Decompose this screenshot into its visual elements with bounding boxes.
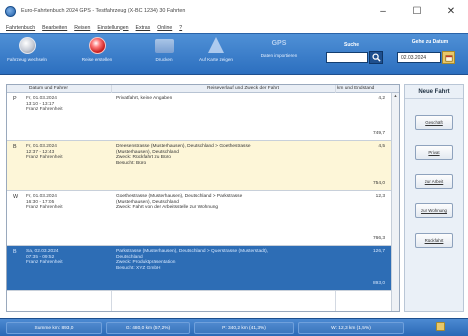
odometer-end: 754,0 <box>372 181 385 186</box>
status-business-km: G: 480,0 km (57,2%) <box>106 322 190 334</box>
trip-table: Datum und Fahrer Reiseverlauf und Zweck … <box>6 84 400 312</box>
table-header: Datum und Fahrer Reiseverlauf und Zweck … <box>7 85 399 93</box>
search-input[interactable] <box>326 52 368 63</box>
gps-icon: GPS <box>271 40 287 47</box>
trip-type-flag: P <box>13 96 17 102</box>
switch-vehicle-button[interactable]: Fahrzeug wechseln <box>4 37 50 69</box>
menu-bearbeiten[interactable]: Bearbeiten <box>42 25 67 31</box>
private-trip-button[interactable]: Privat <box>415 145 453 160</box>
trip-date: Sa, 02.03.2024 07:35 - 09:52 Franz Fahre… <box>26 249 63 266</box>
print-label: Drucken <box>155 57 173 62</box>
switch-vehicle-label: Fahrzeug wechseln <box>7 57 47 62</box>
lock-icon <box>436 322 445 331</box>
print-button[interactable]: Drucken <box>141 37 187 69</box>
trip-type-flag: B <box>13 249 17 255</box>
vertical-scrollbar[interactable]: ▲ <box>391 93 399 311</box>
menu-fahrtenbuch[interactable]: Fahrtenbuch <box>6 25 35 31</box>
menu-einstellungen[interactable]: Einstellungen <box>97 25 128 31</box>
status-total-km: Summe km: 893,0 <box>6 322 102 334</box>
trip-type-flag: W <box>13 194 19 200</box>
goto-date-label: Gehe zu Datum <box>411 39 449 45</box>
close-button[interactable]: ✕ <box>434 0 468 22</box>
car-icon <box>18 37 36 54</box>
minimize-button[interactable]: – <box>366 0 400 22</box>
show-on-map-button[interactable]: Auf Karte zeigen <box>193 37 239 69</box>
goto-date-input[interactable]: 02.03.2024 <box>397 52 441 63</box>
new-trip-panel: Neue Fahrt Geschäft Privat zur Arbeit zu… <box>404 84 464 312</box>
trip-route: Parkstrasse (Musterhausen), Deutschland … <box>116 249 269 271</box>
trip-route: Goethestrasse (Musterhausen), Deutschlan… <box>116 194 243 211</box>
maximize-button[interactable]: ☐ <box>400 0 434 22</box>
business-trip-button[interactable]: Geschäft <box>415 115 453 130</box>
print-icon <box>154 39 174 53</box>
search-icon <box>371 53 381 62</box>
trip-km: 126,7 <box>372 249 385 254</box>
trip-km: 4,2 <box>378 96 385 101</box>
status-bar: Summe km: 893,0 G: 480,0 km (57,2%) P: 3… <box>0 318 468 336</box>
app-window: Euro-Fahrtenbuch 2024 GPS - Testfahrzeug… <box>0 0 468 336</box>
status-private-km: P: 340,2 km (41,3%) <box>194 322 294 334</box>
toolbar: Fahrzeug wechseln Reise erstellen Drucke… <box>0 33 468 75</box>
table-row-selected[interactable]: B Sa, 02.03.2024 07:35 - 09:52 Franz Fah… <box>7 246 393 291</box>
app-icon <box>5 5 16 17</box>
header-km[interactable]: km und Endstand <box>337 86 374 91</box>
to-work-button[interactable]: zur Arbeit <box>415 174 453 189</box>
import-data-label: Daten importieren <box>260 53 298 58</box>
trip-route: Dreesenstrasse (Musterhausen), Deutschla… <box>116 144 251 166</box>
table-row[interactable]: B Fr, 01.03.2024 12:37 - 12:43 Franz Fah… <box>7 141 393 191</box>
search-label: Suche <box>344 42 360 48</box>
title-bar: Euro-Fahrtenbuch 2024 GPS - Testfahrzeug… <box>0 0 468 22</box>
trip-type-flag: B <box>13 144 17 150</box>
status-work-km: W: 12,3 km (1,5%) <box>298 322 404 334</box>
new-trip-title: Neue Fahrt <box>405 85 463 99</box>
stop-icon <box>88 37 106 54</box>
create-trip-label: Reise erstellen <box>81 57 113 62</box>
search-button[interactable] <box>369 51 383 64</box>
window-title: Euro-Fahrtenbuch 2024 GPS - Testfahrzeug… <box>21 8 186 14</box>
odometer-end: 766,3 <box>372 236 385 241</box>
header-date[interactable]: Datum und Fahrer <box>29 86 68 91</box>
calendar-button[interactable] <box>442 51 455 64</box>
calendar-icon <box>444 54 453 62</box>
navigate-icon <box>208 37 224 53</box>
header-route[interactable]: Reiseverlauf und Zweck der Fahrt <box>207 86 279 91</box>
trip-km: 12,3 <box>375 194 385 199</box>
scroll-up-arrow-icon[interactable]: ▲ <box>392 93 399 99</box>
trip-date: Fr, 01.03.2024 12:37 - 12:43 Franz Fahre… <box>26 144 63 161</box>
trip-route: Privatfahrt, keine Angaben <box>116 96 173 101</box>
trip-km: 4,5 <box>378 144 385 149</box>
odometer-end: 749,7 <box>372 131 385 136</box>
to-home-button[interactable]: zur Wohnung <box>415 203 453 218</box>
import-data-button[interactable]: GPS Daten importieren <box>256 37 302 69</box>
menu-help[interactable]: ? <box>179 25 182 31</box>
table-row[interactable]: W Fr, 01.03.2024 16:30 - 17:05 Franz Fah… <box>7 191 393 246</box>
create-trip-button[interactable]: Reise erstellen <box>74 37 120 69</box>
return-trip-button[interactable]: Rückfahrt <box>415 233 453 248</box>
menu-online[interactable]: Online <box>157 25 172 31</box>
menu-reisen[interactable]: Reisen <box>74 25 90 31</box>
table-row[interactable]: P Fr, 01.03.2024 13:10 - 13:17 Franz Fah… <box>7 93 393 141</box>
trip-date: Fr, 01.03.2024 16:30 - 17:05 Franz Fahre… <box>26 194 63 211</box>
menu-bar: Fahrtenbuch Bearbeiten Reisen Einstellun… <box>0 22 468 33</box>
trip-date: Fr, 01.03.2024 13:10 - 13:17 Franz Fahre… <box>26 96 63 113</box>
show-on-map-label: Auf Karte zeigen <box>199 57 233 62</box>
menu-extras[interactable]: Extras <box>136 25 151 31</box>
odometer-end: 893,0 <box>372 281 385 286</box>
